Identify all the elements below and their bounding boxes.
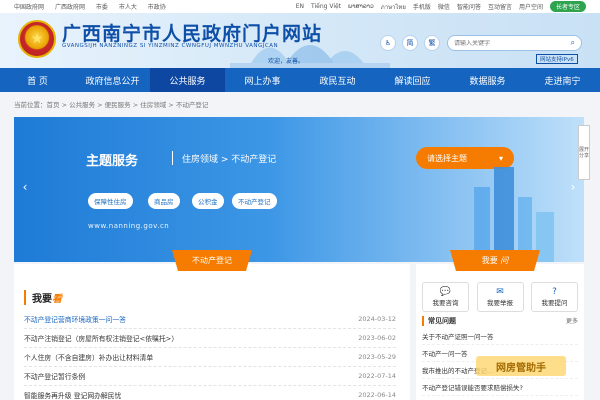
news-date: 2024-03-12 <box>358 315 396 323</box>
consult-button[interactable]: 💬 我要咨询 <box>422 282 469 312</box>
link-party-committee[interactable]: 市委 <box>96 4 108 11</box>
link-npc[interactable]: 市人大 <box>119 4 137 11</box>
gov-links: 中国政府网 广西政府网 市委 市人大 市政协 <box>14 2 175 11</box>
link-wechat[interactable]: 微信 <box>438 2 450 11</box>
share-sidebar-toggle[interactable]: 展开分享 <box>578 125 590 180</box>
top-right-links: EN Tiếng Việt ພາສາລາວ ภาษาไทย 手机版 微信 智能问… <box>289 1 586 12</box>
tag-housing-fund[interactable]: 公积金 <box>192 193 224 209</box>
heading-emphasis: 看 <box>52 294 62 305</box>
news-list: 不动产登记营商环境政策一问一答 2024-03-12 不动产注销登记（房屋所有权注… <box>24 310 396 400</box>
list-item[interactable]: 不动产登记错误能否要求赔偿损失? <box>422 379 578 396</box>
ask-question-button[interactable]: ? 我要提问 <box>531 282 578 312</box>
top-utility-bar: 中国政府网 广西政府网 市委 市人大 市政协 EN Tiếng Việt ພາສ… <box>0 0 600 13</box>
national-emblem-icon: ★ <box>18 20 56 58</box>
watermark: 网房管助手 <box>476 356 566 376</box>
list-item[interactable]: 个人住房（不含自建房）补办出让材料清单 2023-05-29 <box>24 348 396 367</box>
report-icon: ✉ <box>496 287 504 297</box>
report-label: 我要举报 <box>487 299 513 307</box>
news-title[interactable]: 不动产注销登记（房屋所有权注销登记<依嘱托>） <box>24 333 358 343</box>
section-ribbon-registration: 不动产登记 <box>172 250 252 271</box>
list-item[interactable]: 不动产登记营商环境政策一问一答 2024-03-12 <box>24 310 396 329</box>
accessibility-icon[interactable]: ♿ <box>380 35 396 51</box>
ribbon-ask-prefix: 我要 <box>481 256 498 265</box>
news-date: 2022-07-14 <box>358 372 396 380</box>
buildings-illustration-icon <box>474 167 554 262</box>
welcome-text: 欢迎，友善。 <box>268 58 305 65</box>
nav-online-service[interactable]: 网上办事 <box>225 68 300 92</box>
tag-commercial-housing[interactable]: 商品房 <box>148 193 180 209</box>
tag-affordable-housing[interactable]: 保障性住房 <box>88 193 133 209</box>
lang-vi[interactable]: Tiếng Việt <box>311 3 341 10</box>
link-guangxi-gov[interactable]: 广西政府网 <box>55 4 85 11</box>
nav-info-disclosure[interactable]: 政府信息公开 <box>75 68 150 92</box>
ipv6-badge: 网站支持IPv6 <box>536 54 578 64</box>
link-user-space[interactable]: 用户空间 <box>519 2 543 11</box>
site-url: www.nanning.gov.cn <box>88 222 170 230</box>
nav-about-nanning[interactable]: 走进南宁 <box>525 68 600 92</box>
faq-title: 常见问题 <box>422 316 456 326</box>
nav-home[interactable]: 首 页 <box>0 68 75 92</box>
link-cppcc[interactable]: 市政协 <box>148 4 166 11</box>
lang-en[interactable]: EN <box>296 3 304 10</box>
news-title[interactable]: 智能服务再升级 登记网办解民忧 <box>24 390 358 400</box>
heading-prefix: 我要 <box>32 294 52 305</box>
news-panel: 不动产登记 我要看 不动产登记营商环境政策一问一答 2024-03-12 不动产注… <box>14 250 410 400</box>
theme-banner: ‹ 主题服务 住房领域 > 不动产登记 请选择主题 ▾ 保障性住房 商品房 公积… <box>14 117 584 262</box>
traditional-chinese-button[interactable]: 繁 <box>424 35 440 51</box>
faq-header: 常见问题 更多 <box>422 316 578 326</box>
nav-data-service[interactable]: 数据服务 <box>450 68 525 92</box>
breadcrumb[interactable]: 当前位置：首页 > 公共服务 > 便民服务 > 住房领域 > 不动产登记 <box>14 99 208 109</box>
list-item[interactable]: 智能服务再升级 登记网办解民忧 2022-06-14 <box>24 386 396 400</box>
banner-divider <box>172 151 173 165</box>
ask-question-label: 我要提问 <box>541 299 568 307</box>
search-icon[interactable]: ⌕ <box>571 38 575 48</box>
lang-lo[interactable]: ພາສາລາວ <box>348 3 374 10</box>
news-title[interactable]: 不动产登记营商环境政策一问一答 <box>24 314 358 324</box>
question-icon: ? <box>552 287 557 297</box>
section-ribbon-ask: 我要 问 <box>450 250 540 271</box>
banner-path: 住房领域 > 不动产登记 <box>182 155 277 165</box>
nav-interaction[interactable]: 政民互动 <box>300 68 375 92</box>
simplified-chinese-button[interactable]: 简 <box>402 35 418 51</box>
tag-real-estate-registration[interactable]: 不动产登记 <box>232 193 277 209</box>
nav-public-service[interactable]: 公共服务 <box>150 68 225 92</box>
list-item[interactable]: 不动产登记暂行条例 2022-07-14 <box>24 367 396 386</box>
nav-interpretation[interactable]: 解读回应 <box>375 68 450 92</box>
news-date: 2022-06-14 <box>358 391 396 399</box>
report-button[interactable]: ✉ 我要举报 <box>476 282 524 312</box>
search-box: ⌕ <box>447 35 582 51</box>
ask-buttons: 💬 我要咨询 ✉ 我要举报 ? 我要提问 <box>422 282 578 312</box>
site-header: ★ 广西南宁市人民政府门户网站 GVANGSIJH NANZNINGZ SI Y… <box>0 13 600 68</box>
lang-th[interactable]: ภาษาไทย <box>381 2 406 12</box>
banner-title: 主题服务 <box>86 154 139 169</box>
news-date: 2023-05-29 <box>358 353 396 361</box>
ask-panel: 我要 问 💬 我要咨询 ✉ 我要举报 ? 我要提问 常见问题 更多 关于不动产证照一问… <box>416 250 584 400</box>
chevron-right-icon[interactable]: › <box>566 177 580 197</box>
main-nav: 首 页 政府信息公开 公共服务 网上办事 政民互动 解读回应 数据服务 走进南宁 <box>0 68 600 92</box>
faq-more-link[interactable]: 更多 <box>566 316 578 326</box>
search-input[interactable] <box>454 39 571 47</box>
chevron-left-icon[interactable]: ‹ <box>18 177 32 197</box>
link-china-gov[interactable]: 中国政府网 <box>14 4 44 11</box>
list-item[interactable]: 不动产注销登记（房屋所有权注销登记<依嘱托>） 2023-06-02 <box>24 329 396 348</box>
ribbon-ask-emphasis: 问 <box>500 256 509 265</box>
list-item[interactable]: 关于不动产证照一问一答 <box>422 328 578 345</box>
consult-label: 我要咨询 <box>432 299 459 307</box>
news-date: 2023-06-02 <box>358 334 396 342</box>
news-title[interactable]: 不动产登记暂行条例 <box>24 371 358 381</box>
link-smart-qa[interactable]: 智能问答 <box>457 2 481 11</box>
chat-icon: 💬 <box>439 287 452 297</box>
link-mobile[interactable]: 手机版 <box>413 2 431 11</box>
skyline-illustration-icon <box>230 45 390 68</box>
news-title[interactable]: 个人住房（不含自建房）补办出让材料清单 <box>24 352 358 362</box>
want-to-see-heading: 我要看 <box>24 290 62 305</box>
elder-mode-button[interactable]: 长者专区 <box>549 1 586 12</box>
link-message[interactable]: 互动留言 <box>488 2 512 11</box>
